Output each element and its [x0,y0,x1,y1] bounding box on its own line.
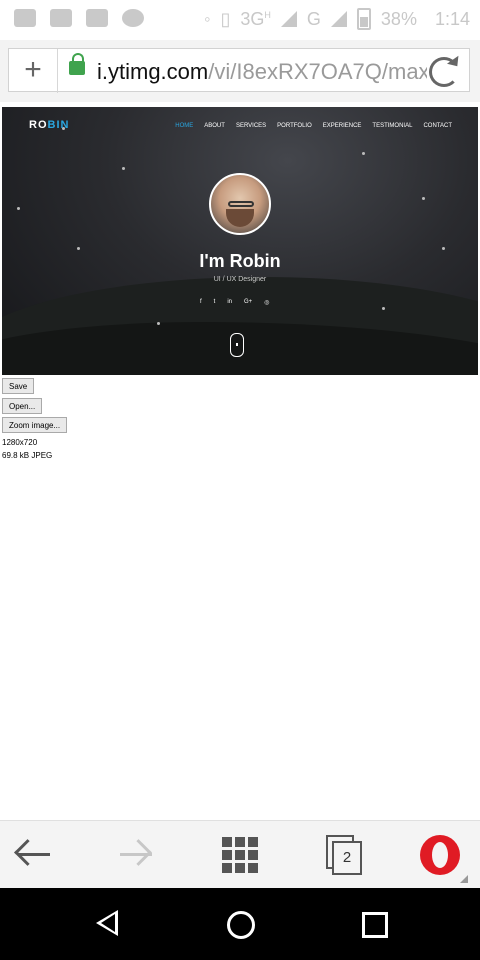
reload-icon[interactable] [429,57,459,87]
vibrate-icon: ▯ [220,8,231,29]
opera-menu-button[interactable] [420,835,468,883]
new-tab-plus-icon[interactable]: + [15,55,51,85]
zoom-image-button[interactable]: Zoom image... [2,417,68,433]
lock-icon [69,53,85,75]
logo-part2: BIN [47,119,70,131]
tab-count: 2 [332,841,362,875]
whatsapp-icon [122,9,144,27]
url-host: i.ytimg.com [97,59,209,84]
back-arrow-icon[interactable] [16,837,54,873]
google-plus-icon: G+ [244,299,253,305]
system-nav-bar [0,888,480,960]
network-dot [77,247,80,250]
tabs-button[interactable]: 2 [326,835,362,875]
hero-role: UI / UX Designer [213,276,267,283]
url-field[interactable]: + i.ytimg.com/vi/I8exRX7OA7Q/maxresd [8,48,470,93]
url-path: /vi/I8exRX7OA7Q/maxresd [208,59,427,84]
avatar [209,173,271,235]
url-text[interactable]: i.ytimg.com/vi/I8exRX7OA7Q/maxresd [97,59,427,85]
divider [57,49,58,93]
linkedin-icon: in [227,299,233,305]
site-nav: HOME ABOUT SERVICES PORTFOLIO EXPERIENCE… [175,123,452,129]
headset-icon: ◦ [204,8,211,29]
network-dot [442,247,445,250]
nav-experience: EXPERIENCE [322,123,362,129]
nav-about: ABOUT [204,123,225,129]
nav-home-icon[interactable] [227,911,255,939]
hero-name: I'm Robin [199,251,281,271]
glasses-shape [228,201,254,207]
forward-arrow-icon[interactable] [116,837,154,873]
network-dot [362,152,365,155]
battery-icon [356,8,371,30]
menu-corner-icon [460,875,468,883]
social-links: f t in G+ ◎ [200,299,269,306]
site-logo: ROBIN [29,119,69,131]
battery-percent: 38% [380,8,417,29]
download-icon [86,9,108,27]
network-dot [17,207,20,210]
speed-dial-grid-icon[interactable] [222,837,258,873]
network-dot [157,322,160,325]
nav-services: SERVICES [235,123,267,129]
clock: 1:14 [434,8,470,29]
browser-toolbar: 2 [0,820,480,889]
facebook-icon: f [200,299,202,305]
image-preview[interactable]: ROBIN HOME ABOUT SERVICES PORTFOLIO EXPE… [2,107,478,375]
nav-testimonial: TESTIMONIAL [372,123,413,129]
opera-logo-icon [420,835,460,875]
network-sup: H [264,9,271,20]
save-button[interactable]: Save [2,378,35,394]
network-dot [122,167,125,170]
carrier-label: G [306,8,321,29]
nav-home: HOME [175,123,194,129]
twitter-icon: t [213,299,216,305]
signal-icon [280,11,297,27]
beard-shape [226,209,254,227]
image-dimensions: 1280x720 [2,438,38,447]
dribbble-icon: ◎ [264,300,270,306]
address-bar: + i.ytimg.com/vi/I8exRX7OA7Q/maxresd [0,40,480,102]
message-icon [14,9,36,27]
nav-portfolio: PORTFOLIO [277,123,312,129]
nav-recents-icon[interactable] [362,912,388,938]
open-button[interactable]: Open... [2,398,43,414]
scroll-mouse-icon [230,333,244,357]
logo-part1: RO [29,119,48,131]
network-dot [382,307,385,310]
network-type: 3G [240,8,265,29]
image-size-type: 69.8 kB JPEG [2,451,53,460]
nav-contact: CONTACT [423,123,452,129]
status-bar: ◦ ▯ 3GH G 38% 1:14 [0,0,480,40]
n-icon [50,9,72,27]
nav-back-icon[interactable] [96,910,118,936]
signal-icon [330,11,347,27]
network-dot [422,197,425,200]
